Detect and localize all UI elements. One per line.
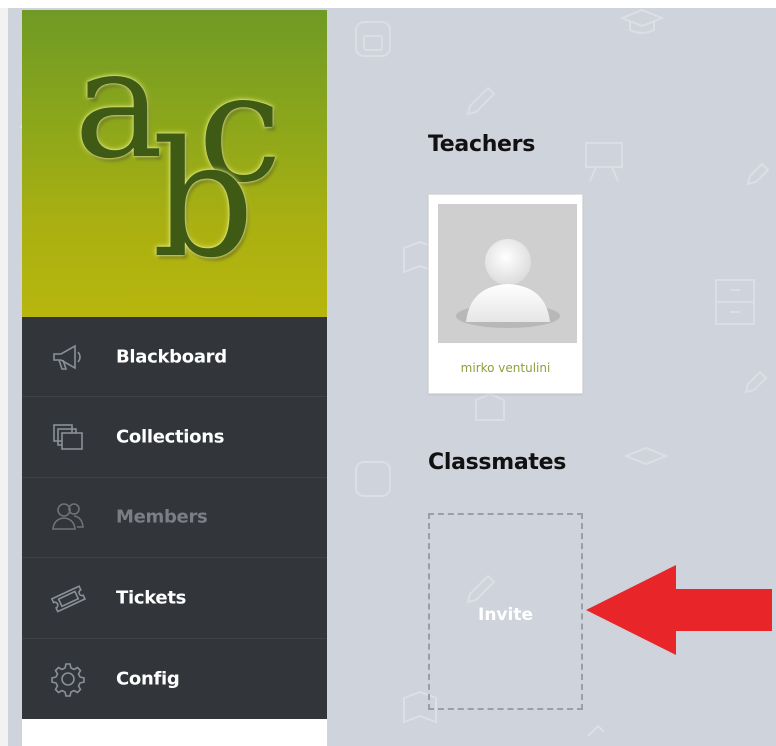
red-arrow-annotation bbox=[586, 565, 772, 655]
logo-letter-b: b bbox=[152, 106, 255, 293]
window-top-border bbox=[0, 0, 776, 8]
logo-letter-a: a bbox=[74, 18, 164, 192]
nav-label-members: Members bbox=[116, 506, 208, 528]
nav-label-tickets: Tickets bbox=[116, 587, 187, 609]
teachers-heading: Teachers bbox=[428, 132, 536, 157]
invite-label: Invite bbox=[478, 605, 533, 625]
default-user-avatar bbox=[438, 204, 577, 343]
nav-item-tickets[interactable]: Tickets bbox=[22, 558, 327, 639]
nav-item-blackboard[interactable]: Blackboard bbox=[22, 317, 327, 398]
nav-label-config: Config bbox=[116, 668, 180, 690]
invite-classmate-button[interactable]: Invite bbox=[428, 513, 583, 710]
main-navigation: Blackboard Collections Members Tickets C… bbox=[22, 317, 327, 719]
nav-item-collections[interactable]: Collections bbox=[22, 397, 327, 478]
app-logo[interactable]: a c b bbox=[22, 10, 327, 317]
nav-label-collections: Collections bbox=[116, 426, 225, 448]
gear-icon bbox=[51, 662, 85, 697]
teacher-name[interactable]: mirko ventulini bbox=[429, 361, 582, 375]
classmates-heading: Classmates bbox=[428, 450, 567, 475]
members-icon bbox=[52, 503, 84, 531]
collections-icon bbox=[53, 424, 83, 450]
megaphone-icon bbox=[53, 344, 81, 370]
nav-label-blackboard: Blackboard bbox=[116, 346, 227, 368]
window-left-border bbox=[0, 0, 8, 746]
teacher-card[interactable]: mirko ventulini bbox=[428, 194, 583, 394]
nav-item-config[interactable]: Config bbox=[22, 639, 327, 719]
sidebar: a c b Blackboard Collections Members Tic… bbox=[22, 10, 327, 746]
nav-item-members[interactable]: Members bbox=[22, 478, 327, 559]
ticket-icon bbox=[50, 585, 86, 613]
